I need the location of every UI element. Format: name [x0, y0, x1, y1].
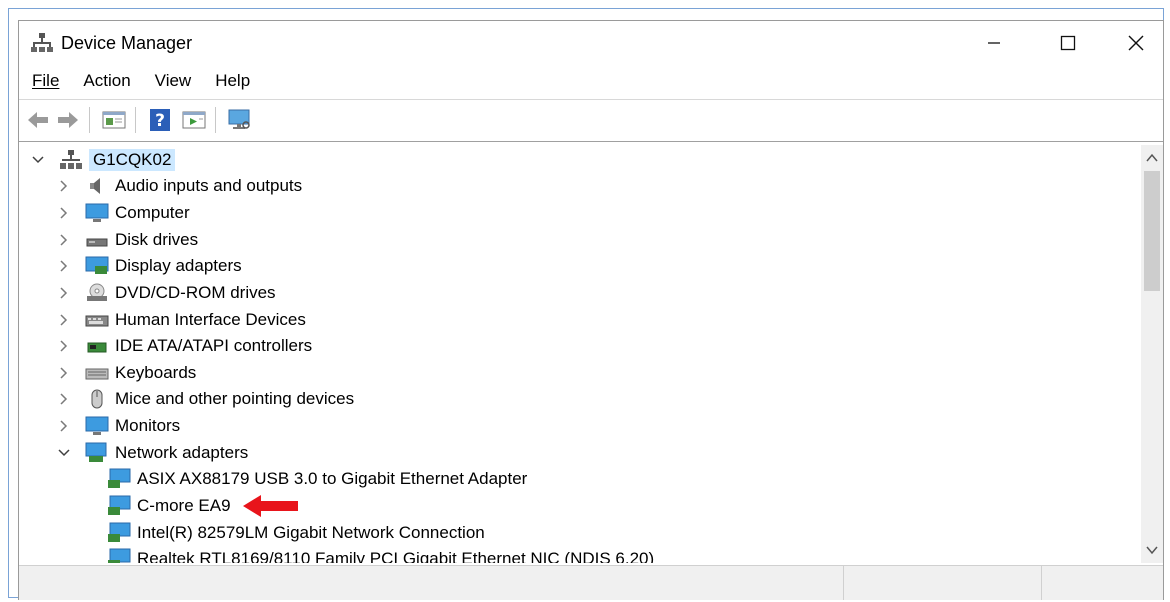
window-title: Device Manager [61, 33, 193, 53]
red-arrow-annotation [242, 494, 299, 518]
help-icon[interactable]: ? [147, 107, 173, 133]
forward-arrow-icon[interactable] [55, 107, 81, 133]
tree-item-hid[interactable]: Human Interface Devices [55, 307, 306, 333]
tree-item-ide-controllers[interactable]: IDE ATA/ATAPI controllers [55, 333, 312, 359]
title-bar: Device Manager [19, 21, 1163, 65]
status-separator [1041, 566, 1042, 600]
menu-bar: File Action View Help [19, 67, 1163, 97]
minimize-button[interactable] [971, 29, 1017, 57]
network-adapter-realtek[interactable]: Realtek RTL8169/8110 Family PCI Gigabit … [107, 546, 654, 563]
chevron-right-icon[interactable] [55, 311, 73, 329]
network-adapter-intel[interactable]: Intel(R) 82579LM Gigabit Network Connect… [107, 520, 485, 546]
mouse-icon [85, 388, 109, 410]
toolbar-divider [19, 141, 1163, 142]
tree-item-label: Audio inputs and outputs [115, 176, 303, 195]
tree-item-label: Display adapters [115, 256, 242, 275]
tree-item-label: C-more EA9 [137, 496, 231, 515]
tree-item-label: Human Interface Devices [115, 310, 306, 329]
chevron-right-icon[interactable] [55, 177, 73, 195]
tree-item-computer[interactable]: Computer [55, 200, 190, 226]
hid-device-icon [85, 309, 109, 331]
tree-item-label: DVD/CD-ROM drives [115, 283, 276, 302]
tree-item-label: Intel(R) 82579LM Gigabit Network Connect… [137, 523, 485, 542]
status-bar [19, 565, 1163, 600]
tree-item-label: Monitors [115, 416, 181, 435]
chevron-down-icon[interactable] [55, 444, 73, 462]
tree-item-disk-drives[interactable]: Disk drives [55, 227, 198, 253]
network-adapter-asix[interactable]: ASIX AX88179 USB 3.0 to Gigabit Ethernet… [107, 466, 527, 492]
toolbar-separator [135, 107, 136, 133]
menu-action[interactable]: Action [71, 67, 142, 97]
maximize-button[interactable] [1045, 29, 1091, 57]
tree-item-label: Network adapters [115, 443, 249, 462]
tree-item-dvd-drives[interactable]: DVD/CD-ROM drives [55, 280, 276, 306]
tree-item-label: Computer [115, 203, 190, 222]
ide-controller-icon [85, 335, 109, 357]
monitor-icon [85, 415, 109, 437]
chevron-right-icon[interactable] [55, 231, 73, 249]
update-driver-icon[interactable] [181, 107, 207, 133]
scroll-up-icon[interactable] [1141, 147, 1163, 169]
tree-item-label: ASIX AX88179 USB 3.0 to Gigabit Ethernet… [137, 469, 528, 488]
svg-text:?: ? [155, 111, 165, 131]
tree-item-label: IDE ATA/ATAPI controllers [115, 336, 313, 355]
tree-item-mice[interactable]: Mice and other pointing devices [55, 386, 354, 412]
tree-item-label: Mice and other pointing devices [115, 389, 355, 408]
chevron-right-icon[interactable] [55, 390, 73, 408]
speaker-icon [85, 175, 109, 197]
display-adapter-icon [85, 255, 109, 277]
disk-drive-icon [85, 229, 109, 251]
network-adapter-icon [85, 442, 109, 464]
chevron-right-icon[interactable] [55, 204, 73, 222]
tree-item-audio[interactable]: Audio inputs and outputs [55, 173, 302, 199]
back-arrow-icon[interactable] [25, 107, 51, 133]
tree-item-keyboards[interactable]: Keyboards [55, 360, 196, 386]
menu-divider [19, 99, 1163, 100]
toolbar-separator [89, 107, 90, 133]
monitor-icon [85, 202, 109, 224]
status-separator [843, 566, 844, 600]
properties-panel-icon[interactable] [101, 107, 127, 133]
chevron-right-icon[interactable] [55, 337, 73, 355]
chevron-down-icon[interactable] [29, 151, 47, 169]
scroll-down-icon[interactable] [1141, 539, 1163, 561]
tree-item-label: Disk drives [115, 230, 199, 249]
toolbar-separator [215, 107, 216, 133]
tree-root[interactable]: G1CQK02 [29, 147, 176, 173]
scan-hardware-icon[interactable] [227, 107, 253, 133]
keyboard-icon [85, 362, 109, 384]
tree-item-display-adapters[interactable]: Display adapters [55, 253, 242, 279]
computer-network-icon [59, 149, 83, 171]
network-adapter-icon [107, 468, 131, 490]
scrollbar-thumb[interactable] [1144, 171, 1160, 291]
network-adapter-icon [107, 548, 131, 563]
menu-file[interactable]: File [19, 67, 71, 97]
tree-item-network-adapters[interactable]: Network adapters [55, 440, 248, 466]
tree-item-label: Keyboards [115, 363, 197, 382]
device-manager-icon [31, 32, 53, 54]
chevron-right-icon[interactable] [55, 257, 73, 275]
chevron-right-icon[interactable] [55, 417, 73, 435]
optical-drive-icon [85, 282, 109, 304]
chevron-right-icon[interactable] [55, 364, 73, 382]
close-button[interactable] [1113, 29, 1159, 57]
chevron-right-icon[interactable] [55, 284, 73, 302]
network-adapter-icon [107, 522, 131, 544]
menu-view[interactable]: View [143, 67, 204, 97]
network-adapter-icon [107, 495, 131, 517]
device-tree: G1CQK02 Audio inputs and outputs Compute… [19, 145, 1141, 563]
tree-item-monitors[interactable]: Monitors [55, 413, 180, 439]
tree-item-label: Realtek RTL8169/8110 Family PCI Gigabit … [137, 549, 655, 563]
root-computer-label: G1CQK02 [89, 149, 176, 171]
menu-help[interactable]: Help [203, 67, 262, 97]
device-manager-window: Device Manager File Action View Help ? G… [18, 20, 1164, 600]
toolbar: ? [19, 101, 1163, 139]
network-adapter-c-more-ea9[interactable]: C-more EA9 [107, 493, 299, 519]
vertical-scrollbar[interactable] [1141, 145, 1163, 563]
